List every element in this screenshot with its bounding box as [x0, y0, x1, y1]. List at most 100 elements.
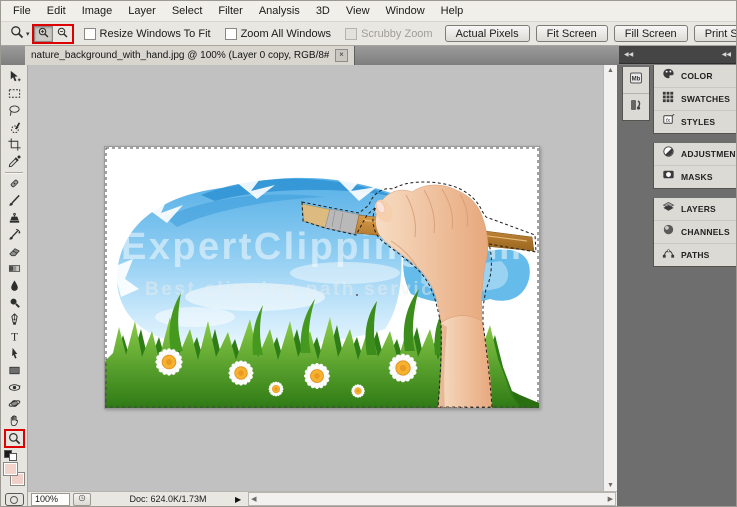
scroll-right-icon[interactable]: ▶: [608, 495, 613, 503]
lasso-tool[interactable]: [4, 102, 25, 119]
menu-filter[interactable]: Filter: [210, 3, 250, 19]
print-size-button[interactable]: Print Size: [693, 25, 736, 42]
dropdown-caret-icon: ▾: [26, 30, 30, 38]
panel-group-1: COLOR SWATCHES fx STYLES: [653, 65, 736, 134]
panel-button-layers[interactable]: LAYERS: [654, 198, 736, 220]
canvas-area[interactable]: ExpertClipping.com Best clipping path se…: [28, 65, 617, 491]
zoom-level-field[interactable]: 100%: [31, 492, 70, 506]
menu-help[interactable]: Help: [433, 3, 472, 19]
swatches-panel-icon: [661, 89, 676, 109]
tab-close-icon[interactable]: ×: [335, 49, 348, 62]
panel-dock: Mb COLOR SWATCHES fx STYLES ADJUSTMENTS MASKS…: [617, 65, 736, 506]
menu-edit[interactable]: Edit: [39, 3, 74, 19]
hand-tool[interactable]: [4, 412, 25, 429]
horizontal-scrollbar[interactable]: ◀ ▶: [248, 492, 616, 506]
quick-mask-button[interactable]: [4, 493, 24, 506]
checkbox-resize-windows-to-fit[interactable]: Resize Windows To Fit: [83, 27, 211, 40]
fit-screen-button[interactable]: Fit Screen: [535, 25, 608, 42]
panel-label-color: COLOR: [681, 71, 713, 81]
panel-button-paths[interactable]: PATHS: [654, 243, 736, 266]
options-buttons: Actual Pixels Fit Screen Fill Screen Print …: [444, 25, 736, 42]
quick-mask-circle-icon: [10, 495, 18, 504]
panel-button-color[interactable]: COLOR: [654, 65, 736, 87]
mini-bridge-panel-button[interactable]: Mb: [623, 67, 649, 94]
pen-tool[interactable]: [4, 311, 25, 328]
options-checkboxes: Resize Windows To Fit Zoom All Windows Scr…: [83, 27, 433, 40]
scroll-up-icon[interactable]: ▲: [607, 67, 614, 74]
actual-pixels-button[interactable]: Actual Pixels: [444, 25, 530, 42]
status-flyout-arrow-icon[interactable]: ▶: [235, 495, 241, 504]
panel-group-2: ADJUSTMENTS MASKS: [653, 143, 736, 189]
foreground-color-swatch[interactable]: [3, 462, 18, 477]
clock-icon: [77, 493, 87, 506]
mini-bridge-icon: Mb: [628, 70, 644, 91]
panel-label-styles: STYLES: [681, 117, 716, 127]
panel-label-masks: MASKS: [681, 172, 713, 182]
channels-panel-icon: [661, 222, 676, 242]
menu-select[interactable]: Select: [164, 3, 211, 19]
panel-button-swatches[interactable]: SWATCHES: [654, 87, 736, 110]
svg-text:T: T: [11, 332, 18, 344]
rectangle-tool[interactable]: [4, 362, 25, 379]
document-tab[interactable]: nature_background_with_hand.jpg @ 100% (…: [25, 46, 355, 65]
eraser-tool[interactable]: [4, 243, 25, 260]
checkbox-zoom-all-windows[interactable]: Zoom All Windows: [224, 27, 332, 40]
quick-selection-tool[interactable]: [4, 119, 25, 136]
move-tool[interactable]: [4, 68, 25, 85]
menu-window[interactable]: Window: [378, 3, 433, 19]
panel-label-layers: LAYERS: [681, 204, 716, 214]
dodge-tool[interactable]: [4, 294, 25, 311]
document-tab-title: nature_background_with_hand.jpg @ 100% (…: [31, 50, 329, 61]
blur-tool[interactable]: [4, 277, 25, 294]
panel-button-channels[interactable]: CHANNELS: [654, 220, 736, 243]
eyedropper-tool[interactable]: [4, 153, 25, 170]
status-bar: 100% Doc: 624.0K/1.73M ▶ ◀ ▶: [28, 491, 617, 506]
scroll-down-icon[interactable]: ▼: [607, 482, 614, 489]
zoom-tool[interactable]: [3, 429, 25, 449]
collapse-panels-chevron-icon[interactable]: ◀◀: [722, 51, 731, 58]
scroll-left-icon[interactable]: ◀: [251, 495, 256, 503]
menu-view[interactable]: View: [338, 3, 378, 19]
zoom-tool-options-icon[interactable]: ▾: [9, 24, 30, 43]
3d-orbit-tool[interactable]: [4, 396, 25, 413]
menu-3d[interactable]: 3D: [308, 3, 338, 19]
spot-healing-brush-tool[interactable]: [4, 176, 25, 193]
history-brush-tool[interactable]: [4, 226, 25, 243]
clone-stamp-tool[interactable]: [4, 209, 25, 226]
checkbox-label-zoom-all-windows: Zoom All Windows: [240, 27, 332, 40]
path-selection-tool[interactable]: [4, 345, 25, 362]
collapsed-panel-strip: Mb: [622, 67, 650, 121]
checkbox-box-zoom-all-windows[interactable]: [224, 27, 237, 40]
panel-label-adjustments: ADJUSTMENTS: [681, 149, 736, 159]
collapse-dock-chevron-icon[interactable]: ◀◀: [624, 51, 633, 58]
vertical-scrollbar[interactable]: ▲ ▼: [603, 65, 617, 491]
type-tool[interactable]: T: [4, 328, 25, 345]
status-options-button[interactable]: [73, 492, 91, 506]
history-panel-button[interactable]: [623, 94, 649, 120]
options-bar: ▾ Resize Windows To Fit Zoom All Windows S…: [1, 22, 736, 46]
panel-button-adjustments[interactable]: ADJUSTMENTS: [654, 143, 736, 165]
crop-tool[interactable]: [4, 136, 25, 153]
layers-panel-icon: [661, 199, 676, 219]
panel-button-masks[interactable]: MASKS: [654, 165, 736, 188]
menu-layer[interactable]: Layer: [120, 3, 164, 19]
rectangular-marquee-tool[interactable]: [4, 85, 25, 102]
document-tab-bar: nature_background_with_hand.jpg @ 100% (…: [1, 46, 736, 65]
panel-button-styles[interactable]: fx STYLES: [654, 110, 736, 133]
zoom-out-button[interactable]: [53, 26, 72, 42]
menu-analysis[interactable]: Analysis: [251, 3, 308, 19]
checkbox-box-resize-windows-to-fit[interactable]: [83, 27, 96, 40]
styles-panel-icon: fx: [661, 112, 676, 132]
default-colors-icon[interactable]: [4, 450, 17, 462]
3d-rotate-tool[interactable]: [4, 379, 25, 396]
history-icon: [628, 97, 644, 118]
gradient-tool[interactable]: [4, 260, 25, 277]
document-canvas[interactable]: ExpertClipping.com Best clipping path se…: [104, 146, 540, 409]
fill-screen-button[interactable]: Fill Screen: [613, 25, 688, 42]
watermark-subtitle: Best clipping path service: [145, 279, 445, 300]
menu-file[interactable]: File: [5, 3, 39, 19]
paths-panel-icon: [661, 245, 676, 265]
brush-tool[interactable]: [4, 192, 25, 209]
zoom-in-button[interactable]: [33, 25, 53, 42]
menu-image[interactable]: Image: [74, 3, 121, 19]
